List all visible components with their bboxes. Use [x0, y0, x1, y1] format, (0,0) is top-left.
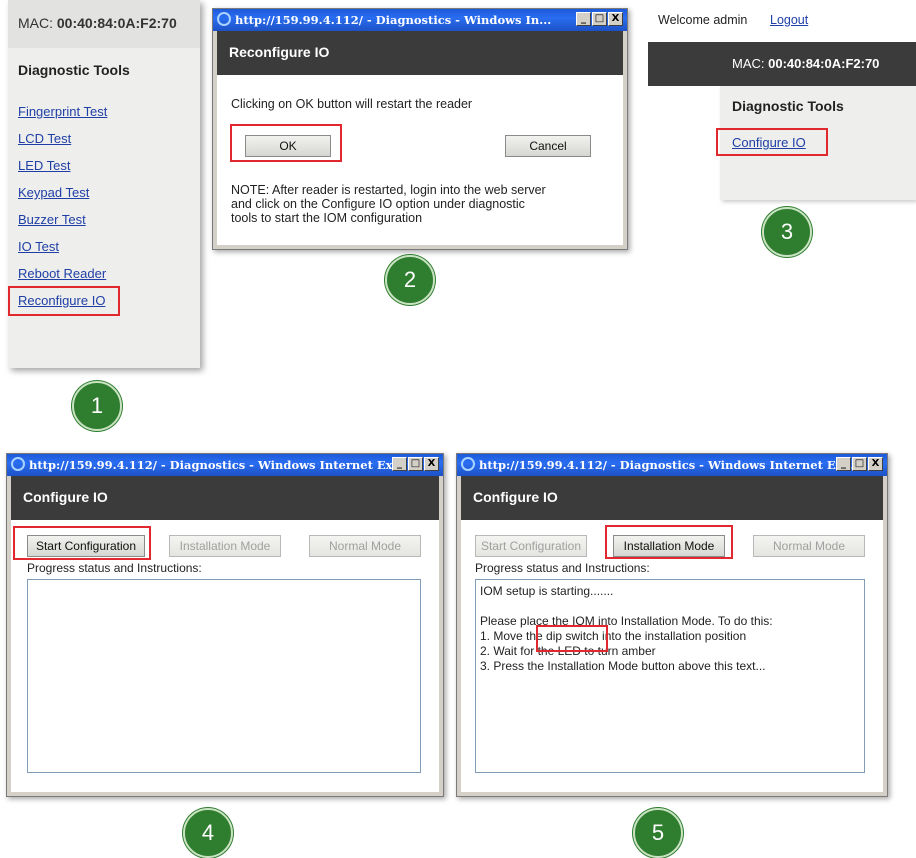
- maximize-icon[interactable]: □: [592, 12, 607, 26]
- status-line: 3. Press the Installation Mode button ab…: [480, 659, 766, 673]
- diagnostic-tools-sidebar: MAC: 00:40:84:0A:F2:70 Diagnostic Tools …: [8, 0, 200, 368]
- maximize-icon[interactable]: □: [852, 457, 867, 471]
- ie-icon: [11, 457, 25, 471]
- minimize-icon[interactable]: _: [576, 12, 591, 26]
- dialog-message: Clicking on OK button will restart the r…: [231, 97, 473, 111]
- link-buzzer-test[interactable]: Buzzer Test: [18, 212, 86, 227]
- close-icon[interactable]: X: [608, 12, 623, 26]
- close-icon[interactable]: X: [424, 457, 439, 471]
- link-reconfigure-io[interactable]: Reconfigure IO: [18, 293, 105, 308]
- cancel-button[interactable]: Cancel: [505, 135, 591, 157]
- step-badge-1: 1: [72, 381, 122, 431]
- tools-panel: Diagnostic Tools Configure IO: [720, 86, 916, 200]
- link-configure-io[interactable]: Configure IO: [732, 135, 806, 150]
- section-title: Diagnostic Tools: [18, 62, 130, 78]
- window-titlebar: http://159.99.4.112/ - Diagnostics - Win…: [7, 454, 443, 476]
- close-icon[interactable]: X: [868, 457, 883, 471]
- link-lcd-test[interactable]: LCD Test: [18, 131, 71, 146]
- link-fingerprint-test[interactable]: Fingerprint Test: [18, 104, 107, 119]
- mac-label: MAC:: [732, 56, 765, 71]
- note-line: and click on the Configure IO option und…: [231, 197, 525, 211]
- note-line: tools to start the IOM configuration: [231, 211, 423, 225]
- ie-icon: [461, 457, 475, 471]
- configure-io-window-initial: http://159.99.4.112/ - Diagnostics - Win…: [6, 453, 444, 797]
- start-configuration-button: Start Configuration: [475, 535, 587, 557]
- status-line: 2. Wait for the LED to turn amber: [480, 644, 656, 658]
- mac-value: 00:40:84:0A:F2:70: [56, 15, 177, 31]
- mac-label: MAC:: [18, 15, 53, 31]
- progress-textarea[interactable]: IOM setup is starting....... Please plac…: [475, 579, 865, 773]
- normal-mode-button: Normal Mode: [753, 535, 865, 557]
- step-badge-4: 4: [183, 808, 233, 858]
- minimize-icon[interactable]: _: [392, 457, 407, 471]
- reconfigure-io-dialog: http://159.99.4.112/ - Diagnostics - Win…: [212, 8, 628, 250]
- status-line: IOM setup is starting.......: [480, 584, 614, 598]
- dialog-note: NOTE: After reader is restarted, login i…: [231, 183, 546, 225]
- link-led-test[interactable]: LED Test: [18, 158, 71, 173]
- ie-icon: [217, 12, 231, 26]
- normal-mode-button: Normal Mode: [309, 535, 421, 557]
- mac-address-bar: MAC: 00:40:84:0A:F2:70: [8, 0, 200, 48]
- dialog-titlebar: http://159.99.4.112/ - Diagnostics - Win…: [213, 9, 627, 31]
- mac-value: 00:40:84:0A:F2:70: [768, 56, 880, 71]
- window-titlebar: http://159.99.4.112/ - Diagnostics - Win…: [457, 454, 887, 476]
- installation-mode-button: Installation Mode: [169, 535, 281, 557]
- status-line: [480, 599, 860, 614]
- progress-label: Progress status and Instructions:: [27, 561, 202, 575]
- status-line: 1. Move the dip switch into the installa…: [480, 629, 747, 643]
- link-reboot-reader[interactable]: Reboot Reader: [18, 266, 106, 281]
- maximize-icon[interactable]: □: [408, 457, 423, 471]
- progress-label: Progress status and Instructions:: [475, 561, 650, 575]
- welcome-text: Welcome admin: [658, 13, 748, 27]
- mac-address-bar: MAC: 00:40:84:0A:F2:70: [648, 42, 916, 86]
- section-title: Diagnostic Tools: [732, 98, 844, 114]
- status-line: Please place the IOM into Installation M…: [480, 614, 773, 628]
- window-title: http://159.99.4.112/ - Diagnostics - Win…: [235, 13, 552, 27]
- minimize-icon[interactable]: _: [836, 457, 851, 471]
- ok-button[interactable]: OK: [245, 135, 331, 157]
- link-io-test[interactable]: IO Test: [18, 239, 59, 254]
- step-badge-5: 5: [633, 808, 683, 858]
- progress-textarea[interactable]: [27, 579, 421, 773]
- dialog-header: Reconfigure IO: [229, 44, 330, 60]
- window-title: http://159.99.4.112/ - Diagnostics - Win…: [479, 458, 855, 472]
- step-badge-2: 2: [385, 255, 435, 305]
- start-configuration-button[interactable]: Start Configuration: [27, 535, 145, 557]
- note-line: NOTE: After reader is restarted, login i…: [231, 183, 546, 197]
- window-header: Configure IO: [473, 489, 558, 505]
- installation-mode-button[interactable]: Installation Mode: [613, 535, 725, 557]
- logout-link[interactable]: Logout: [770, 13, 808, 27]
- configure-io-sidebar: Welcome admin Logout MAC: 00:40:84:0A:F2…: [648, 0, 916, 200]
- link-keypad-test[interactable]: Keypad Test: [18, 185, 89, 200]
- window-header: Configure IO: [23, 489, 108, 505]
- step-badge-3: 3: [762, 207, 812, 257]
- configure-io-window-started: http://159.99.4.112/ - Diagnostics - Win…: [456, 453, 888, 797]
- window-title: http://159.99.4.112/ - Diagnostics - Win…: [29, 458, 405, 472]
